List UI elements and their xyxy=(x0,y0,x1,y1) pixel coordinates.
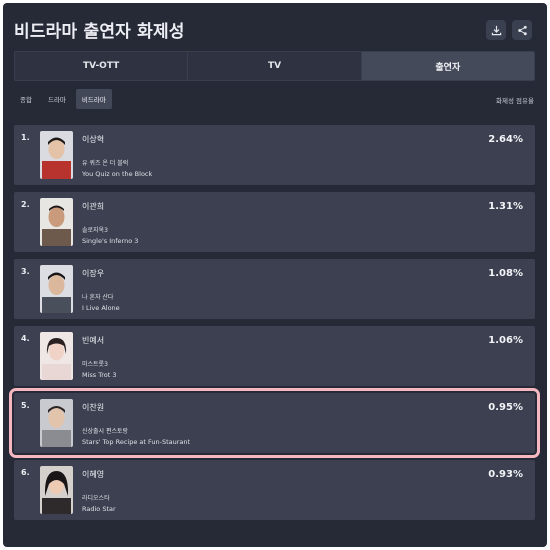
share-button[interactable] xyxy=(512,20,532,40)
subtab-overall[interactable]: 종합 xyxy=(14,89,38,109)
show-title-ko: 신상출시 편스토랑 xyxy=(82,428,129,435)
person-photo-icon xyxy=(40,198,73,246)
avatar xyxy=(40,131,73,179)
share-percent: 2.64% xyxy=(488,134,523,145)
tab-tv-ott[interactable]: TV-OTT xyxy=(15,52,189,80)
panel: 비드라마 출연자 화제성 TV-OTT TV 출연자 종합 드라마 비드라마 화… xyxy=(3,3,547,547)
avatar xyxy=(40,399,73,447)
person-photo-icon xyxy=(40,265,73,313)
person-photo-icon xyxy=(40,131,73,179)
rank-number: 5. xyxy=(21,401,30,410)
tab-tv[interactable]: TV xyxy=(188,52,362,80)
page-title: 비드라마 출연자 화제성 xyxy=(14,22,185,42)
show-title-ko: 솔로지옥3 xyxy=(82,227,108,234)
tab-performer[interactable]: 출연자 xyxy=(361,52,534,80)
performer-name: 빈예서 xyxy=(82,336,105,345)
subtab-non-drama[interactable]: 비드라마 xyxy=(75,89,112,109)
performer-name: 이상혁 xyxy=(82,135,105,144)
avatar xyxy=(40,332,73,380)
show-title-ko: 라디오스타 xyxy=(82,495,110,502)
header: 비드라마 출연자 화제성 xyxy=(3,3,547,53)
show-title-en: You Quiz on the Block xyxy=(82,170,153,178)
ranking-row[interactable]: 6. 이혜영 라디오스타 Radio Star 0.93% xyxy=(14,460,535,520)
subcategory-tabs: 종합 드라마 비드라마 xyxy=(14,89,112,109)
share-percent: 0.95% xyxy=(488,402,523,413)
share-percent: 1.08% xyxy=(488,268,523,279)
rank-number: 2. xyxy=(21,200,30,209)
ranking-row[interactable]: 3. 이장우 나 혼자 산다 I Live Alone 1.08% xyxy=(14,259,535,319)
show-title-en: Radio Star xyxy=(82,505,116,513)
rank-number: 1. xyxy=(21,133,30,142)
rank-number: 3. xyxy=(21,267,30,276)
share-percent: 1.06% xyxy=(488,335,523,346)
show-title-en: Miss Trot 3 xyxy=(82,371,117,379)
person-photo-icon xyxy=(40,466,73,514)
person-photo-icon xyxy=(40,399,73,447)
share-percent: 1.31% xyxy=(488,201,523,212)
performer-name: 이찬원 xyxy=(82,403,105,412)
ranking-row[interactable]: 1. 이상혁 유 퀴즈 온 더 블럭 You Quiz on the Block… xyxy=(14,125,535,185)
performer-name: 이관희 xyxy=(82,202,105,211)
ranking-row-highlighted[interactable]: 5. 이찬원 신상출시 편스토랑 Stars' Top Recipe at Fu… xyxy=(9,388,540,458)
share-icon xyxy=(517,25,527,35)
ranking-row[interactable]: 2. 이관희 솔로지옥3 Single's Inferno 3 1.31% xyxy=(14,192,535,252)
download-icon xyxy=(491,25,501,35)
avatar xyxy=(40,265,73,313)
show-title-ko: 미스트롯3 xyxy=(82,361,108,368)
ranking-row[interactable]: 4. 빈예서 미스트롯3 Miss Trot 3 1.06% xyxy=(14,326,535,386)
show-title-ko: 유 퀴즈 온 더 블럭 xyxy=(82,160,129,167)
show-title-ko: 나 혼자 산다 xyxy=(82,294,114,301)
avatar xyxy=(40,466,73,514)
performer-name: 이장우 xyxy=(82,269,105,278)
share-percent: 0.93% xyxy=(488,469,523,480)
person-photo-icon xyxy=(40,332,73,380)
sort-label: 화제성 점유율 xyxy=(496,97,534,105)
rank-number: 4. xyxy=(21,334,30,343)
avatar xyxy=(40,198,73,246)
category-tabs: TV-OTT TV 출연자 xyxy=(14,51,535,81)
rank-number: 6. xyxy=(21,468,30,477)
subtab-drama[interactable]: 드라마 xyxy=(42,89,72,109)
performer-name: 이혜영 xyxy=(82,470,105,479)
download-button[interactable] xyxy=(486,20,506,40)
show-title-en: I Live Alone xyxy=(82,304,120,312)
show-title-en: Single's Inferno 3 xyxy=(82,237,139,245)
show-title-en: Stars' Top Recipe at Fun-Staurant xyxy=(82,438,191,446)
